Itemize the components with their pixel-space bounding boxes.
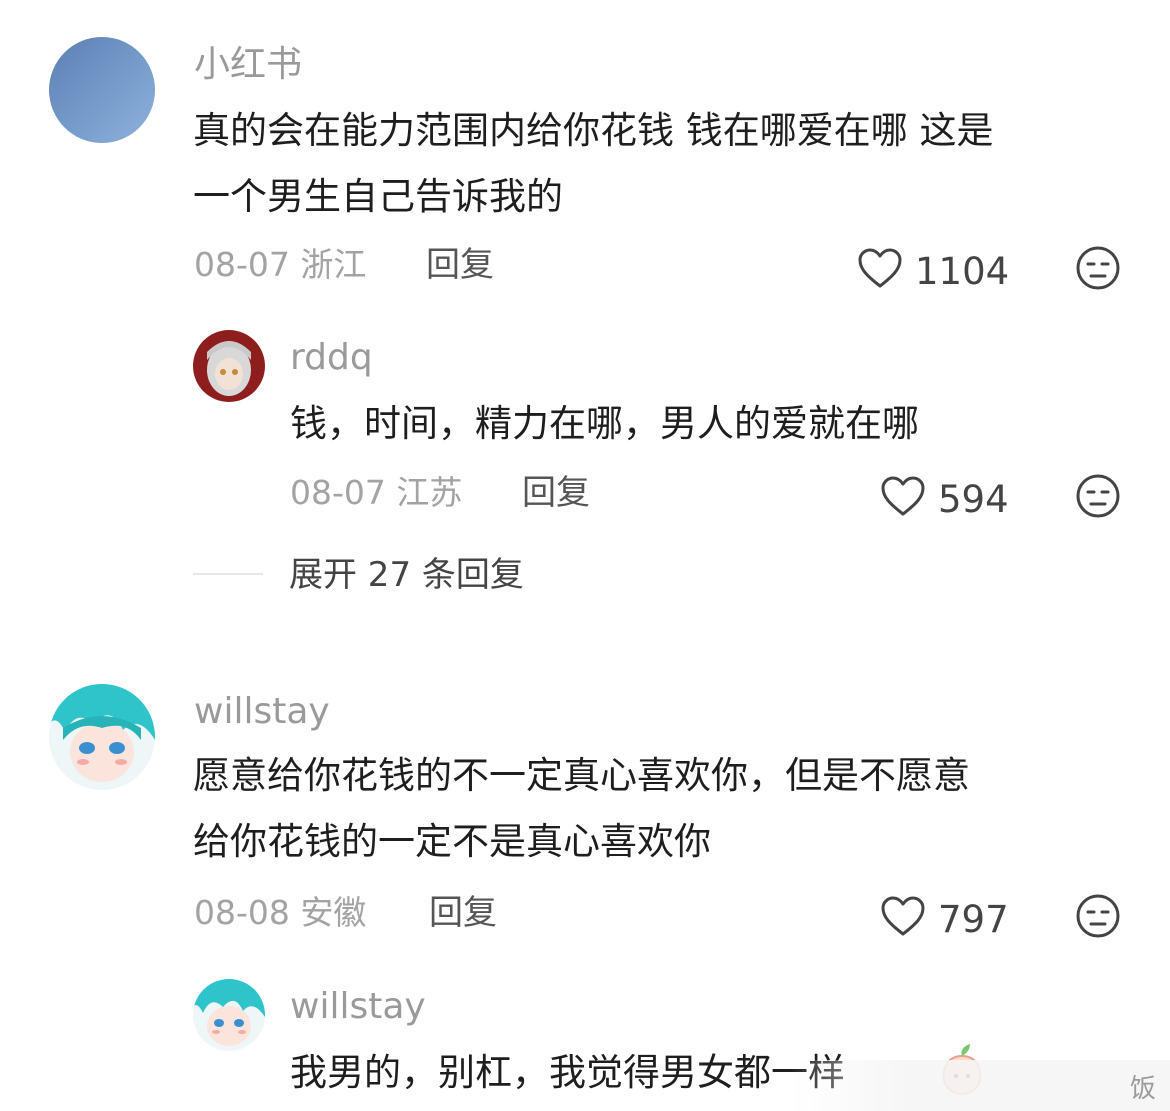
reply-meta: 08-07 江苏 bbox=[290, 473, 462, 513]
heart-icon bbox=[880, 475, 926, 525]
comment-username[interactable]: 小红书 bbox=[194, 45, 302, 85]
comment-location: 安徽 bbox=[300, 893, 367, 932]
reply-date: 08-07 bbox=[290, 473, 386, 512]
avatar[interactable] bbox=[193, 330, 265, 402]
reply-text: 我男的，别杠，我觉得男女都一样 bbox=[290, 1051, 845, 1094]
comment-location: 浙江 bbox=[300, 245, 367, 284]
avatar[interactable] bbox=[49, 37, 155, 143]
comment-meta: 08-08 安徽 bbox=[194, 893, 366, 933]
reply-button[interactable]: 回复 bbox=[522, 473, 590, 513]
comment-text-line: 一个男生自己告诉我的 bbox=[193, 175, 563, 218]
comment-date: 08-08 bbox=[194, 893, 290, 932]
watermark-overlay bbox=[790, 1060, 1170, 1111]
like-count: 1104 bbox=[915, 250, 1010, 293]
like-count: 797 bbox=[938, 898, 1009, 941]
heart-icon bbox=[857, 247, 903, 297]
comment-text-line: 愿意给你花钱的不一定真心喜欢你，但是不愿意 bbox=[193, 754, 970, 797]
reply-username[interactable]: rddq bbox=[290, 338, 373, 378]
reply-username[interactable]: willstay bbox=[290, 987, 426, 1027]
comment-text: 真的会在能力范围内给你花钱 钱在哪爱在哪 这是 一个男生自己告诉我的 bbox=[193, 98, 1133, 230]
like-count: 594 bbox=[938, 478, 1009, 521]
reply-text: 钱，时间，精力在哪，男人的爱就在哪 bbox=[290, 402, 919, 445]
reply-button[interactable]: 回复 bbox=[426, 245, 494, 285]
comment-username[interactable]: willstay bbox=[194, 692, 330, 732]
comment-text: 愿意给你花钱的不一定真心喜欢你，但是不愿意 给你花钱的一定不是真心喜欢你 bbox=[193, 743, 1133, 875]
like-button[interactable]: 1104 bbox=[857, 247, 1009, 297]
like-button[interactable]: 594 bbox=[880, 475, 1009, 525]
comment-date: 08-07 bbox=[194, 245, 290, 284]
heart-icon bbox=[880, 895, 926, 945]
dislike-face-icon[interactable] bbox=[1075, 893, 1121, 939]
expand-divider bbox=[193, 573, 263, 575]
comment-text-line: 给你花钱的一定不是真心喜欢你 bbox=[193, 820, 711, 863]
reply-button[interactable]: 回复 bbox=[429, 893, 497, 933]
comment-text-line: 真的会在能力范围内给你花钱 钱在哪爱在哪 这是 bbox=[193, 109, 994, 152]
avatar[interactable] bbox=[49, 684, 155, 790]
watermark-text: 饭 bbox=[1130, 1074, 1157, 1104]
dislike-face-icon[interactable] bbox=[1075, 473, 1121, 519]
avatar[interactable] bbox=[193, 979, 265, 1051]
reply-location: 江苏 bbox=[396, 473, 463, 512]
expand-replies-button[interactable]: 展开 27 条回复 bbox=[289, 555, 524, 595]
dislike-face-icon[interactable] bbox=[1075, 245, 1121, 291]
like-button[interactable]: 797 bbox=[880, 895, 1009, 945]
comment-meta: 08-07 浙江 bbox=[194, 245, 366, 285]
